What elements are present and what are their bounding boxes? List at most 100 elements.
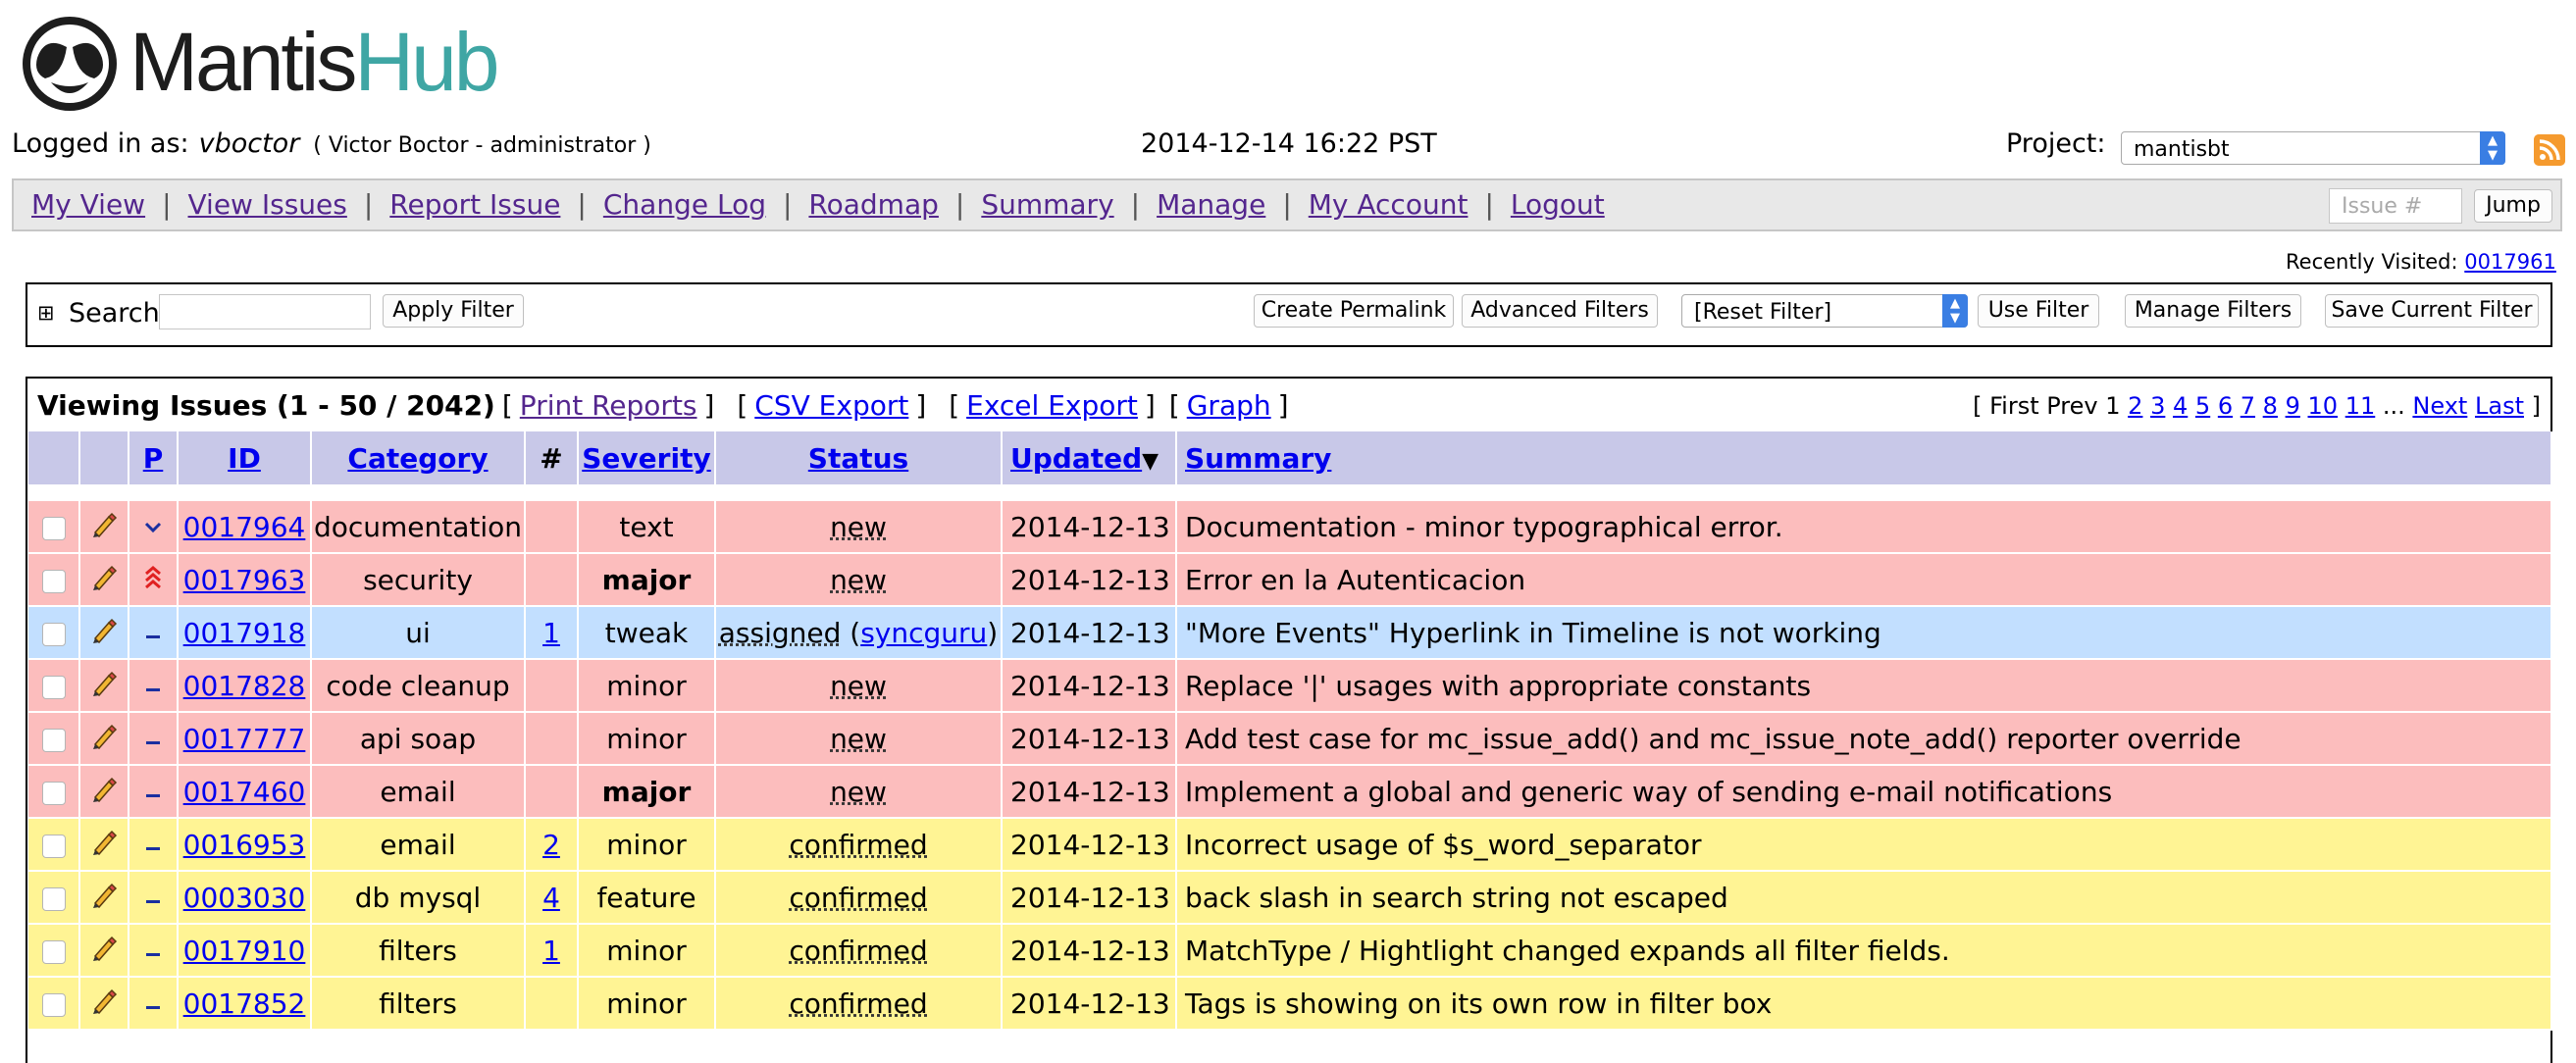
row-checkbox[interactable] (42, 835, 66, 858)
row-checkbox[interactable] (42, 993, 66, 1017)
print-reports-link[interactable]: Print Reports (520, 389, 697, 422)
edit-pencil-icon[interactable] (89, 774, 119, 803)
edit-cell[interactable] (79, 553, 129, 606)
edit-pencil-icon[interactable] (89, 562, 119, 591)
header-priority[interactable]: P (129, 431, 178, 484)
edit-pencil-icon[interactable] (89, 668, 119, 697)
row-select-cell[interactable] (28, 659, 79, 712)
sort-severity-link[interactable]: Severity (582, 442, 710, 475)
saved-filter-select[interactable]: [Reset Filter] ▲ ▼ (1681, 294, 1968, 328)
create-permalink-button[interactable]: Create Permalink (1254, 294, 1454, 328)
excel-export-link[interactable]: Excel Export (966, 389, 1138, 422)
menu-view-issues[interactable]: View Issues (188, 188, 347, 221)
pager-last-link[interactable]: Last (2475, 392, 2524, 420)
issue-id-link[interactable]: 0016953 (183, 829, 306, 861)
notes-count-cell[interactable]: 1 (525, 606, 578, 659)
edit-pencil-icon[interactable] (89, 509, 119, 538)
use-filter-button[interactable]: Use Filter (1978, 294, 2099, 328)
row-select-cell[interactable] (28, 765, 79, 818)
row-select-cell[interactable] (28, 924, 79, 977)
edit-pencil-icon[interactable] (89, 721, 119, 750)
edit-pencil-icon[interactable] (89, 933, 119, 962)
edit-pencil-icon[interactable] (89, 880, 119, 909)
issue-id-cell[interactable]: 0016953 (178, 818, 311, 871)
notes-count-link[interactable]: 1 (542, 935, 560, 967)
menu-report-issue[interactable]: Report Issue (389, 188, 560, 221)
edit-pencil-icon[interactable] (89, 986, 119, 1015)
search-input[interactable] (159, 294, 371, 329)
expand-plus-icon[interactable]: ⊞ (37, 301, 55, 325)
issue-id-link[interactable]: 0017852 (183, 987, 306, 1020)
pager-page-link[interactable]: 9 (2286, 392, 2300, 420)
menu-summary[interactable]: Summary (981, 188, 1113, 221)
edit-cell[interactable] (79, 977, 129, 1030)
row-checkbox[interactable] (42, 782, 66, 805)
row-select-cell[interactable] (28, 500, 79, 553)
notes-count-link[interactable]: 4 (542, 882, 560, 914)
pager-page-link[interactable]: 8 (2263, 392, 2278, 420)
row-checkbox[interactable] (42, 887, 66, 911)
sort-priority-link[interactable]: P (143, 442, 164, 475)
rss-icon[interactable] (2534, 134, 2565, 166)
row-checkbox[interactable] (42, 623, 66, 646)
edit-cell[interactable] (79, 659, 129, 712)
pager-page-link[interactable]: 3 (2150, 392, 2165, 420)
issue-id-cell[interactable]: 0003030 (178, 871, 311, 924)
pager-page-link[interactable]: 5 (2195, 392, 2210, 420)
pager-page-link[interactable]: 7 (2241, 392, 2255, 420)
menu-roadmap[interactable]: Roadmap (808, 188, 938, 221)
row-checkbox[interactable] (42, 729, 66, 752)
issue-id-link[interactable]: 0017964 (183, 511, 306, 543)
header-severity[interactable]: Severity (578, 431, 715, 484)
menu-manage[interactable]: Manage (1157, 188, 1265, 221)
menu-change-log[interactable]: Change Log (603, 188, 766, 221)
csv-export-link[interactable]: CSV Export (754, 389, 908, 422)
pager-page-link[interactable]: 2 (2128, 392, 2142, 420)
graph-link[interactable]: Graph (1187, 389, 1271, 422)
save-current-filter-button[interactable]: Save Current Filter (2325, 294, 2539, 328)
row-select-cell[interactable] (28, 871, 79, 924)
row-checkbox[interactable] (42, 517, 66, 540)
issue-id-link[interactable]: 0017918 (183, 617, 306, 649)
issue-id-link[interactable]: 0017963 (183, 564, 306, 596)
pager-next-link[interactable]: Next (2412, 392, 2467, 420)
pager-page-link[interactable]: 11 (2345, 392, 2376, 420)
issue-id-cell[interactable]: 0017777 (178, 712, 311, 765)
sort-summary-link[interactable]: Summary (1185, 442, 1331, 475)
menu-my-view[interactable]: My View (31, 188, 145, 221)
project-select[interactable]: mantisbt ▲ ▼ (2121, 131, 2505, 165)
notes-count-cell[interactable]: 1 (525, 924, 578, 977)
header-status[interactable]: Status (715, 431, 1002, 484)
row-checkbox[interactable] (42, 676, 66, 699)
row-select-cell[interactable] (28, 977, 79, 1030)
sort-updated-link[interactable]: Updated (1010, 442, 1142, 475)
notes-count-link[interactable]: 1 (542, 617, 560, 649)
header-category[interactable]: Category (311, 431, 525, 484)
issue-id-cell[interactable]: 0017910 (178, 924, 311, 977)
sort-status-link[interactable]: Status (808, 442, 908, 475)
advanced-filters-button[interactable]: Advanced Filters (1462, 294, 1658, 328)
manage-filters-button[interactable]: Manage Filters (2125, 294, 2301, 328)
edit-cell[interactable] (79, 712, 129, 765)
pager-page-link[interactable]: 10 (2308, 392, 2339, 420)
edit-pencil-icon[interactable] (89, 827, 119, 856)
edit-cell[interactable] (79, 765, 129, 818)
menu-my-account[interactable]: My Account (1309, 188, 1468, 221)
issue-id-cell[interactable]: 0017918 (178, 606, 311, 659)
row-select-cell[interactable] (28, 553, 79, 606)
issue-id-link[interactable]: 0017910 (183, 935, 306, 967)
issue-id-link[interactable]: 0003030 (183, 882, 306, 914)
issue-number-input[interactable]: Issue # (2329, 188, 2462, 224)
header-id[interactable]: ID (178, 431, 311, 484)
issue-id-cell[interactable]: 0017460 (178, 765, 311, 818)
issue-id-cell[interactable]: 0017963 (178, 553, 311, 606)
issue-id-cell[interactable]: 0017828 (178, 659, 311, 712)
notes-count-link[interactable]: 2 (542, 829, 560, 861)
edit-cell[interactable] (79, 818, 129, 871)
edit-cell[interactable] (79, 924, 129, 977)
row-select-cell[interactable] (28, 712, 79, 765)
pager-page-link[interactable]: 6 (2218, 392, 2233, 420)
issue-id-cell[interactable]: 0017852 (178, 977, 311, 1030)
edit-cell[interactable] (79, 606, 129, 659)
sort-id-link[interactable]: ID (228, 442, 261, 475)
